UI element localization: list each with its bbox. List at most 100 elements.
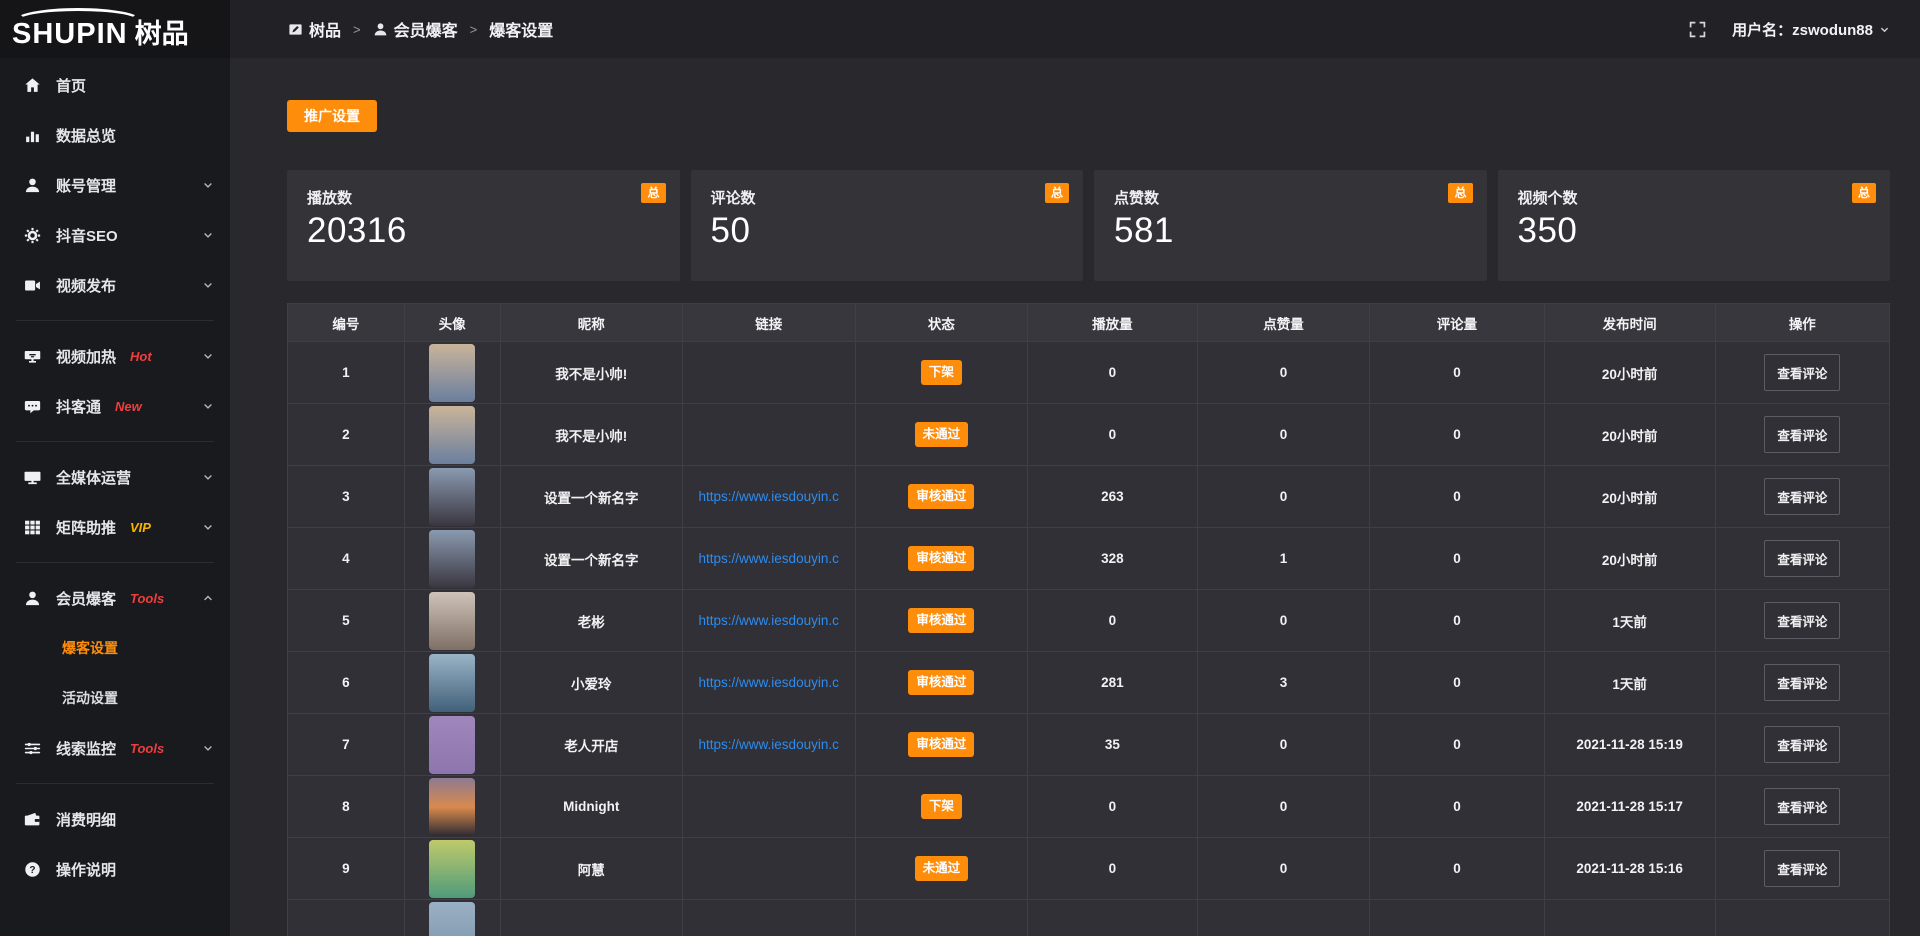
sidebar-item-矩阵助推[interactable]: 矩阵助推VIP bbox=[0, 502, 230, 552]
video-link[interactable]: https://www.iesdouyin.c bbox=[699, 737, 839, 752]
cell-plays: 0 bbox=[1028, 838, 1197, 900]
sidebar-item-抖客通[interactable]: 抖客通New bbox=[0, 381, 230, 431]
table-row: 9阿慧未通过0002021-11-28 15:16查看评论 bbox=[288, 838, 1890, 900]
cell-link bbox=[682, 776, 855, 838]
cell-link: https://www.iesdouyin.c bbox=[682, 590, 855, 652]
avatar bbox=[429, 468, 475, 526]
view-comments-button[interactable]: 查看评论 bbox=[1764, 354, 1840, 391]
cell-action: 查看评论 bbox=[1715, 714, 1889, 776]
breadcrumb-item-home[interactable]: 树品 bbox=[288, 17, 341, 41]
view-comments-button[interactable]: 查看评论 bbox=[1764, 788, 1840, 825]
sidebar-item-首页[interactable]: 首页 bbox=[0, 60, 230, 110]
cell-action: 查看评论 bbox=[1715, 776, 1889, 838]
sidebar-item-数据总览[interactable]: 数据总览 bbox=[0, 110, 230, 160]
cell-likes: 0 bbox=[1197, 838, 1370, 900]
breadcrumb-item-member[interactable]: 会员爆客 bbox=[373, 17, 458, 41]
cell-likes: 0 bbox=[1197, 590, 1370, 652]
cell-comments: 0 bbox=[1370, 714, 1544, 776]
cell-id: 9 bbox=[288, 838, 405, 900]
cell-id: 2 bbox=[288, 404, 405, 466]
fullscreen-icon[interactable] bbox=[1689, 21, 1706, 38]
cell-action: 查看评论 bbox=[1715, 590, 1889, 652]
user-label: 用户名：zswodun88 bbox=[1732, 19, 1873, 40]
cell-avatar bbox=[404, 466, 500, 528]
column-header-昵称: 昵称 bbox=[500, 304, 682, 342]
main-area: 树品 > 会员爆客 > 爆客设置 用户名：zswodun88 bbox=[230, 0, 1920, 936]
content: 推广设置 播放数20316总评论数50总点赞数581总视频个数350总 编号头像… bbox=[230, 58, 1920, 936]
view-comments-button[interactable]: 查看评论 bbox=[1764, 416, 1840, 453]
cell-likes: 3 bbox=[1197, 652, 1370, 714]
sidebar-item-视频加热[interactable]: 视频加热Hot bbox=[0, 331, 230, 381]
video-link[interactable]: https://www.iesdouyin.c bbox=[699, 551, 839, 566]
home-icon bbox=[24, 77, 41, 94]
sidebar-item-全媒体运营[interactable]: 全媒体运营 bbox=[0, 452, 230, 502]
sidebar-item-抖音SEO[interactable]: 抖音SEO bbox=[0, 210, 230, 260]
table-row: 7老人开店https://www.iesdouyin.c审核通过35002021… bbox=[288, 714, 1890, 776]
column-header-编号: 编号 bbox=[288, 304, 405, 342]
breadcrumb-separator: > bbox=[470, 22, 478, 37]
cell-comments: 0 bbox=[1370, 528, 1544, 590]
view-comments-button[interactable]: 查看评论 bbox=[1764, 478, 1840, 515]
user-area: 用户名：zswodun88 bbox=[1689, 19, 1890, 40]
stat-label: 评论数 bbox=[711, 187, 1064, 208]
gear-icon bbox=[24, 227, 41, 244]
topbar: 树品 > 会员爆客 > 爆客设置 用户名：zswodun88 bbox=[230, 0, 1920, 58]
cell-status: 审核通过 bbox=[855, 590, 1028, 652]
sidebar-item-label: 消费明细 bbox=[56, 809, 116, 830]
cell-nickname bbox=[500, 900, 682, 936]
chevron-up-icon bbox=[202, 592, 214, 604]
chevron-down-icon bbox=[202, 229, 214, 241]
table-row: 1我不是小帅!下架00020小时前查看评论 bbox=[288, 342, 1890, 404]
cell-comments: 0 bbox=[1370, 342, 1544, 404]
video-link[interactable]: https://www.iesdouyin.c bbox=[699, 675, 839, 690]
sidebar-item-label: 数据总览 bbox=[56, 125, 116, 146]
view-comments-button[interactable]: 查看评论 bbox=[1764, 540, 1840, 577]
videos-table: 编号头像昵称链接状态播放量点赞量评论量发布时间操作1我不是小帅!下架00020小… bbox=[287, 303, 1890, 936]
cell-status: 未通过 bbox=[855, 404, 1028, 466]
cell-status: 审核通过 bbox=[855, 652, 1028, 714]
cell-status: 未通过 bbox=[855, 838, 1028, 900]
cell-comments bbox=[1370, 900, 1544, 936]
cell-plays: 35 bbox=[1028, 714, 1197, 776]
cell-nickname: 设置一个新名字 bbox=[500, 528, 682, 590]
cell-nickname: 老彬 bbox=[500, 590, 682, 652]
view-comments-button[interactable]: 查看评论 bbox=[1764, 850, 1840, 887]
breadcrumb-separator: > bbox=[353, 22, 361, 37]
sidebar-item-tag: Tools bbox=[130, 741, 164, 756]
view-comments-button[interactable]: 查看评论 bbox=[1764, 602, 1840, 639]
cell-action bbox=[1715, 900, 1889, 936]
video-link[interactable]: https://www.iesdouyin.c bbox=[699, 489, 839, 504]
cell-avatar bbox=[404, 776, 500, 838]
view-comments-button[interactable]: 查看评论 bbox=[1764, 726, 1840, 763]
sidebar-item-消费明细[interactable]: 消费明细 bbox=[0, 794, 230, 844]
cell-nickname: 老人开店 bbox=[500, 714, 682, 776]
avatar bbox=[429, 530, 475, 588]
svg-text:?: ? bbox=[29, 864, 35, 875]
cell-comments: 0 bbox=[1370, 590, 1544, 652]
sidebar-item-账号管理[interactable]: 账号管理 bbox=[0, 160, 230, 210]
sidebar-item-会员爆客[interactable]: 会员爆客Tools bbox=[0, 573, 230, 623]
panel-icon bbox=[288, 22, 303, 37]
cell-nickname: 我不是小帅! bbox=[500, 404, 682, 466]
breadcrumb-label: 会员爆客 bbox=[394, 17, 458, 41]
sidebar-subitem-爆客设置[interactable]: 爆客设置 bbox=[0, 623, 230, 673]
sidebar-item-视频发布[interactable]: 视频发布 bbox=[0, 260, 230, 310]
sidebar-item-label: 会员爆客 bbox=[56, 588, 116, 609]
table-row: 5老彬https://www.iesdouyin.c审核通过0001天前查看评论 bbox=[288, 590, 1890, 652]
sidebar-item-线索监控[interactable]: 线索监控Tools bbox=[0, 723, 230, 773]
user-menu[interactable]: 用户名：zswodun88 bbox=[1732, 19, 1890, 40]
cell-nickname: Midnight bbox=[500, 776, 682, 838]
cell-id bbox=[288, 900, 405, 936]
sidebar-item-操作说明[interactable]: ?操作说明 bbox=[0, 844, 230, 894]
cell-comments: 0 bbox=[1370, 466, 1544, 528]
cell-link: https://www.iesdouyin.c bbox=[682, 714, 855, 776]
video-link[interactable]: https://www.iesdouyin.c bbox=[699, 613, 839, 628]
promo-settings-button[interactable]: 推广设置 bbox=[287, 100, 377, 132]
sliders-icon bbox=[24, 740, 41, 757]
column-header-头像: 头像 bbox=[404, 304, 500, 342]
view-comments-button[interactable]: 查看评论 bbox=[1764, 664, 1840, 701]
sidebar-subitem-活动设置[interactable]: 活动设置 bbox=[0, 673, 230, 723]
cell-avatar bbox=[404, 342, 500, 404]
sidebar-item-label: 视频加热 bbox=[56, 346, 116, 367]
sidebar-item-tag: VIP bbox=[130, 520, 151, 535]
